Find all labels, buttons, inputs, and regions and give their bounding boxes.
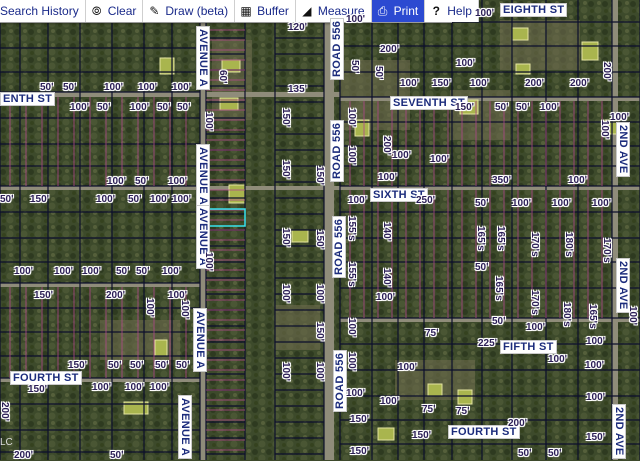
buffer-label: Buffer bbox=[257, 4, 289, 18]
clear-button[interactable]: ⦾ Clear bbox=[85, 0, 144, 22]
pencil-icon: ✎ bbox=[149, 4, 160, 18]
ruler-icon: ◢ bbox=[302, 4, 312, 18]
search-history-label: Search History bbox=[0, 4, 79, 18]
parcel-map[interactable] bbox=[0, 0, 640, 460]
draw-label: Draw (beta) bbox=[165, 4, 229, 18]
measure-button[interactable]: ◢ Measure bbox=[295, 0, 372, 22]
help-label: Help bbox=[447, 4, 472, 18]
print-label: Print bbox=[393, 4, 419, 18]
clear-label: Clear bbox=[107, 4, 137, 18]
draw-button[interactable]: ✎ Draw (beta) bbox=[143, 0, 236, 22]
buffer-button[interactable]: ▦ Buffer bbox=[235, 0, 296, 22]
printer-icon: ⎙ bbox=[377, 3, 388, 18]
question-icon: ? bbox=[432, 4, 440, 18]
measure-label: Measure bbox=[317, 4, 365, 18]
map-corner-text: LC bbox=[0, 437, 13, 448]
buffer-grid-icon: ▦ bbox=[240, 4, 252, 18]
map-toolbar: Search History ⦾ Clear ✎ Draw (beta) ▦ B… bbox=[0, 0, 479, 23]
target-icon: ⦾ bbox=[91, 3, 102, 18]
print-button[interactable]: ⎙ Print bbox=[371, 0, 426, 22]
help-button[interactable]: ? Help bbox=[425, 0, 479, 22]
search-history-button[interactable]: Search History bbox=[0, 0, 86, 22]
